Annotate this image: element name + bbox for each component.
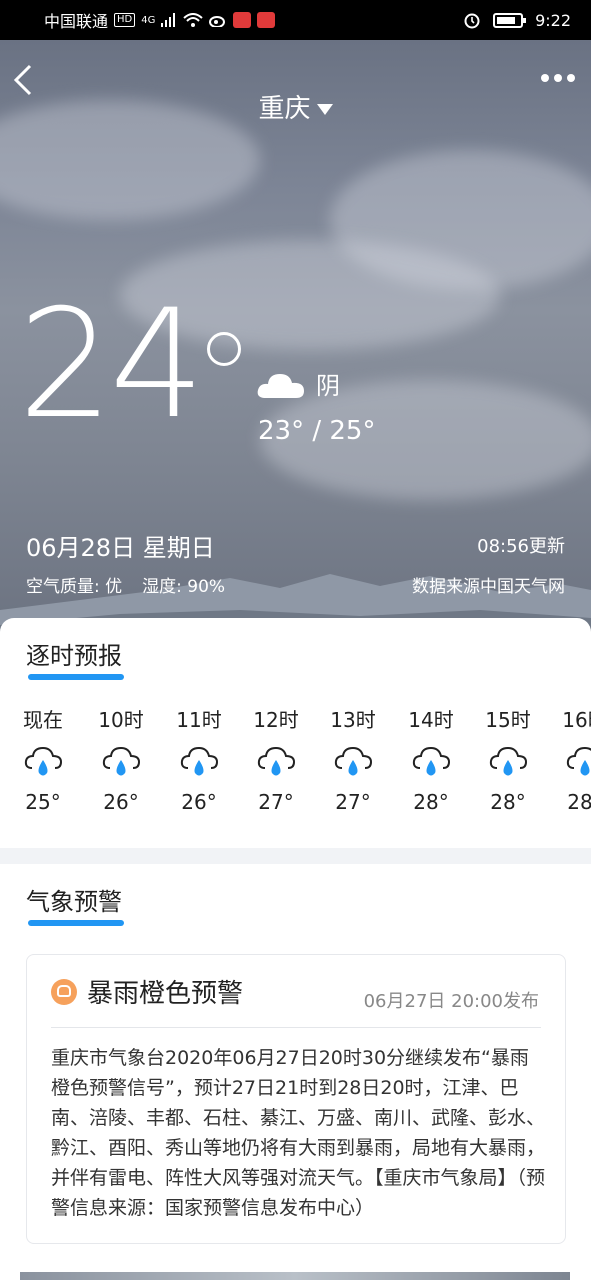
alarm-icon	[464, 13, 480, 29]
cloudy-icon	[257, 374, 304, 398]
hourly-forecast-card: 逐时预报 现在 25° 10时 26° 11时 26° 12时 27° 13时 27° 14时 28°…	[0, 618, 591, 848]
wifi-icon	[183, 13, 204, 27]
weather-warning-section: 气象预警 暴雨橙色预警 06月27日 20:00发布 重庆市气象台2020年06…	[0, 864, 591, 1264]
hourly-temp: 26°	[103, 790, 139, 814]
app-notification-icon-2	[257, 12, 276, 28]
hourly-temp: 28°	[490, 790, 526, 814]
network-label: 4G	[141, 14, 156, 26]
hourly-item: 16时 28°	[550, 704, 591, 814]
condition-label: 阴	[316, 372, 340, 400]
data-source: 数据来源中国天气网	[412, 577, 565, 597]
hd-badge: HD	[114, 13, 136, 27]
hourly-title: 逐时预报	[26, 642, 122, 670]
rain-cloud-icon	[412, 746, 451, 776]
degree-symbol	[207, 332, 241, 366]
weather-hero: 重庆 24 阴 23° / 25° 06月28日 星期日 08:56更新 空气质…	[0, 40, 591, 640]
hourly-item: 11时 26°	[164, 704, 234, 814]
status-bar: 中国联通 HD 4G 9:22	[0, 0, 591, 40]
rain-cloud-icon	[24, 746, 63, 776]
hourly-time: 14时	[408, 708, 454, 732]
hourly-temp: 27°	[258, 790, 294, 814]
more-dot-icon	[567, 74, 575, 82]
city-name: 重庆	[258, 94, 311, 124]
hourly-temp: 25°	[25, 790, 61, 814]
warning-time: 06月27日 20:00发布	[363, 991, 539, 1012]
warning-title-underline	[28, 920, 124, 926]
warning-body: 重庆市气象台2020年06月27日20时30分继续发布“暴雨橙色预警信号”，预计…	[51, 1047, 546, 1219]
rain-cloud-icon	[102, 746, 141, 776]
rainstorm-warning-icon	[51, 979, 77, 1005]
hourly-item: 10时 26°	[86, 704, 156, 814]
caret-down-icon	[316, 104, 333, 115]
hourly-title-underline	[28, 674, 124, 680]
more-dot-icon	[541, 74, 549, 82]
air-quality: 空气质量: 优	[26, 577, 123, 597]
more-dot-icon	[554, 74, 562, 82]
carrier-label: 中国联通	[44, 12, 109, 31]
temp-range: 23° / 25°	[258, 416, 376, 446]
hourly-item: 现在 25°	[8, 704, 78, 814]
rain-cloud-icon	[334, 746, 373, 776]
next-card-peek	[20, 1272, 570, 1280]
warning-card[interactable]: 暴雨橙色预警 06月27日 20:00发布 重庆市气象台2020年06月27日2…	[26, 954, 566, 1244]
date-label: 06月28日 星期日	[26, 534, 215, 562]
rain-cloud-icon	[566, 746, 591, 776]
warning-title: 暴雨橙色预警	[87, 979, 244, 1009]
hourly-temp: 27°	[335, 790, 371, 814]
hourly-temp: 26°	[181, 790, 217, 814]
hourly-item: 15时 28°	[473, 704, 543, 814]
signal-icon	[161, 13, 176, 27]
hourly-temp: 28°	[413, 790, 449, 814]
rain-cloud-icon	[180, 746, 219, 776]
rain-cloud-icon	[257, 746, 296, 776]
battery-icon	[493, 12, 527, 28]
hourly-item: 14时 28°	[396, 704, 466, 814]
warning-section-title: 气象预警	[26, 888, 122, 916]
rain-cloud-icon	[489, 746, 528, 776]
hourly-time: 11时	[176, 708, 222, 732]
hourly-temp: 28°	[567, 790, 591, 814]
warning-divider	[51, 1027, 541, 1028]
hourly-time: 现在	[23, 708, 63, 732]
updated-time: 08:56更新	[477, 536, 565, 557]
hourly-item: 13时 27°	[318, 704, 388, 814]
hourly-item: 12时 27°	[241, 704, 311, 814]
app-notification-icon	[233, 12, 252, 28]
current-temperature: 24	[18, 278, 205, 452]
hourly-time: 10时	[98, 708, 144, 732]
hourly-time: 16时	[562, 708, 591, 732]
humidity: 湿度: 90%	[142, 577, 226, 597]
hourly-time: 12时	[253, 708, 299, 732]
hourly-time: 13时	[330, 708, 376, 732]
city-selector[interactable]: 重庆	[0, 88, 591, 125]
hourly-scroll-list[interactable]: 现在 25° 10时 26° 11时 26° 12时 27° 13时 27° 14时 28° 15时 28…	[0, 704, 591, 834]
hourly-time: 15时	[485, 708, 531, 732]
section-divider	[0, 848, 591, 864]
clock: 9:22	[535, 10, 571, 30]
more-options-button[interactable]	[541, 74, 575, 82]
weibo-icon	[209, 16, 226, 27]
